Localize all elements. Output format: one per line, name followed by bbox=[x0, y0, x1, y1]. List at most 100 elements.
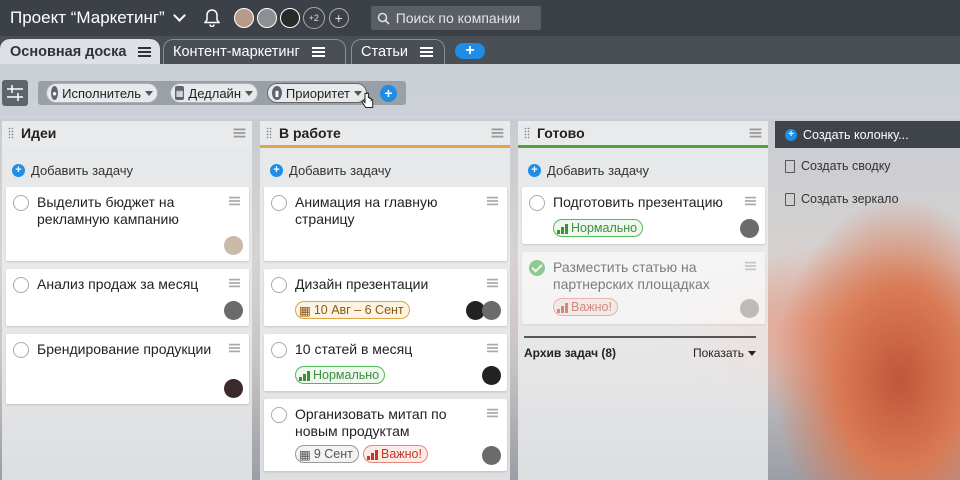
card-menu-icon[interactable] bbox=[744, 261, 757, 271]
plus-icon: + bbox=[528, 163, 541, 177]
task-card[interactable]: Брендирование продукции bbox=[6, 334, 249, 404]
team-members: +2 + bbox=[233, 7, 349, 29]
tab-articles[interactable]: Статьи bbox=[351, 39, 445, 64]
tab-menu-icon[interactable] bbox=[420, 47, 433, 57]
assignee-avatar[interactable] bbox=[740, 299, 759, 318]
user-icon: ● bbox=[51, 86, 59, 100]
add-task-button[interactable]: + Добавить задачу bbox=[2, 155, 252, 185]
filter-priority[interactable]: ▮ Приоритет bbox=[267, 83, 367, 103]
checkbox-icon[interactable] bbox=[13, 277, 29, 293]
task-archive: Архив задач (8) Показать bbox=[524, 336, 756, 360]
card-menu-icon[interactable] bbox=[228, 278, 241, 288]
member-avatar[interactable] bbox=[233, 8, 254, 28]
task-card[interactable]: Анализ продаж за месяц bbox=[6, 269, 249, 326]
create-column-label: Создать колонку... bbox=[803, 127, 909, 142]
card-menu-icon[interactable] bbox=[744, 196, 757, 206]
hand-cursor-icon bbox=[361, 92, 374, 108]
tab-menu-icon[interactable] bbox=[311, 47, 325, 57]
add-tab-button[interactable]: + bbox=[455, 43, 485, 59]
tab-menu-icon[interactable] bbox=[138, 47, 152, 57]
card-menu-icon[interactable] bbox=[486, 196, 499, 206]
create-summary-button[interactable]: Создать сводку bbox=[775, 151, 960, 181]
bell-icon[interactable] bbox=[203, 9, 221, 28]
add-task-button[interactable]: + Добавить задачу bbox=[260, 155, 510, 185]
checkbox-checked-icon[interactable] bbox=[529, 260, 545, 276]
task-title: Разместить статью на партнерских площадк… bbox=[553, 259, 710, 292]
add-task-label: Добавить задачу bbox=[547, 162, 650, 178]
task-card[interactable]: Разместить статью на партнерских площадк… bbox=[522, 252, 765, 324]
priority-tag[interactable]: Важно! bbox=[553, 298, 618, 316]
show-archive-button[interactable]: Показать bbox=[693, 346, 756, 360]
add-task-button[interactable]: + Добавить задачу bbox=[518, 155, 768, 185]
deadline-tag[interactable]: ▦ 10 Авг – 6 Сент bbox=[295, 301, 410, 319]
create-column-button[interactable]: + Создать колонку... bbox=[775, 121, 960, 148]
column-menu-icon[interactable] bbox=[491, 128, 504, 138]
priority-tag[interactable]: Важно! bbox=[363, 445, 428, 463]
member-avatar[interactable] bbox=[279, 8, 300, 28]
filter-deadline[interactable]: ▦ Дедлайн bbox=[170, 83, 258, 103]
search-placeholder: Поиск по компании bbox=[395, 10, 521, 26]
tab-main-board[interactable]: Основная доска bbox=[0, 39, 160, 64]
column-title: Идеи bbox=[21, 125, 57, 141]
card-menu-icon[interactable] bbox=[228, 196, 241, 206]
task-card[interactable]: 10 статей в месяц Нормально bbox=[264, 334, 507, 391]
checkbox-icon[interactable] bbox=[271, 277, 287, 293]
assignee-avatar[interactable] bbox=[224, 379, 243, 398]
checkbox-icon[interactable] bbox=[271, 407, 287, 423]
priority-text: Нормально bbox=[571, 221, 638, 235]
checkbox-icon[interactable] bbox=[13, 195, 29, 211]
checkbox-icon[interactable] bbox=[271, 342, 287, 358]
card-menu-icon[interactable] bbox=[486, 343, 499, 353]
add-member-button[interactable]: + bbox=[328, 8, 349, 28]
assignee-avatar[interactable] bbox=[740, 219, 759, 238]
filter-label: Приоритет bbox=[285, 85, 350, 101]
column-header[interactable]: В работе bbox=[260, 121, 510, 148]
assignee-avatar[interactable] bbox=[482, 366, 501, 385]
assignee-avatar[interactable] bbox=[482, 446, 501, 465]
priority-tag[interactable]: Нормально bbox=[295, 366, 386, 384]
filter-toggle-icon[interactable] bbox=[2, 80, 28, 106]
filter-label: Дедлайн bbox=[188, 85, 241, 101]
assignee-avatar[interactable] bbox=[224, 301, 243, 320]
task-title: Анализ продаж за месяц bbox=[37, 276, 199, 292]
card-menu-icon[interactable] bbox=[486, 278, 499, 288]
priority-tag[interactable]: Нормально bbox=[553, 219, 644, 237]
column-menu-icon[interactable] bbox=[749, 128, 762, 138]
card-menu-icon[interactable] bbox=[228, 343, 241, 353]
task-card[interactable]: Дизайн презентации ▦ 10 Авг – 6 Сент bbox=[264, 269, 507, 326]
card-menu-icon[interactable] bbox=[486, 408, 499, 418]
caret-down-icon bbox=[145, 90, 153, 96]
task-card[interactable]: Выделить бюджет на рекламную кампанию bbox=[6, 187, 249, 261]
assignee-avatar[interactable] bbox=[482, 301, 501, 320]
drag-handle-icon[interactable] bbox=[8, 127, 14, 139]
column-header[interactable]: Идеи bbox=[2, 121, 252, 148]
filter-assignee[interactable]: ● Исполнитель bbox=[46, 83, 158, 103]
task-title: Анимация на главную страницу bbox=[295, 194, 438, 227]
task-card[interactable]: Анимация на главную страницу bbox=[264, 187, 507, 261]
company-search-input[interactable]: Поиск по компании bbox=[370, 6, 541, 30]
column-header[interactable]: Готово bbox=[518, 121, 768, 148]
drag-handle-icon[interactable] bbox=[266, 127, 272, 139]
add-filter-button[interactable]: + bbox=[380, 85, 397, 102]
deadline-text: 10 Авг – 6 Сент bbox=[313, 303, 404, 317]
calendar-icon: ▦ bbox=[299, 303, 311, 318]
checkbox-icon[interactable] bbox=[529, 195, 545, 211]
top-bar: Проект “Маркетинг” +2 + Поиск по компани… bbox=[0, 0, 960, 36]
tab-content-marketing[interactable]: Контент-маркетинг bbox=[163, 39, 346, 64]
task-card[interactable]: Подготовить презентацию Нормально bbox=[522, 187, 765, 244]
checkbox-icon[interactable] bbox=[271, 195, 287, 211]
search-icon bbox=[377, 12, 390, 25]
more-members-badge[interactable]: +2 bbox=[302, 7, 325, 29]
task-card[interactable]: Организовать митап по новым продуктам ▦ … bbox=[264, 399, 507, 471]
member-avatar[interactable] bbox=[256, 8, 277, 28]
priority-text: Нормально bbox=[313, 368, 380, 382]
create-mirror-button[interactable]: Создать зеркало bbox=[775, 184, 960, 214]
column-in-progress: В работе + Добавить задачу Анимация на г… bbox=[260, 121, 510, 480]
assignee-avatar[interactable] bbox=[224, 236, 243, 255]
drag-handle-icon[interactable] bbox=[524, 127, 530, 139]
project-selector[interactable]: Проект “Маркетинг” bbox=[10, 8, 186, 28]
column-menu-icon[interactable] bbox=[233, 128, 246, 138]
task-title: Организовать митап по новым продуктам bbox=[295, 406, 447, 439]
deadline-tag[interactable]: ▦ 9 Сент bbox=[295, 445, 359, 463]
checkbox-icon[interactable] bbox=[13, 342, 29, 358]
